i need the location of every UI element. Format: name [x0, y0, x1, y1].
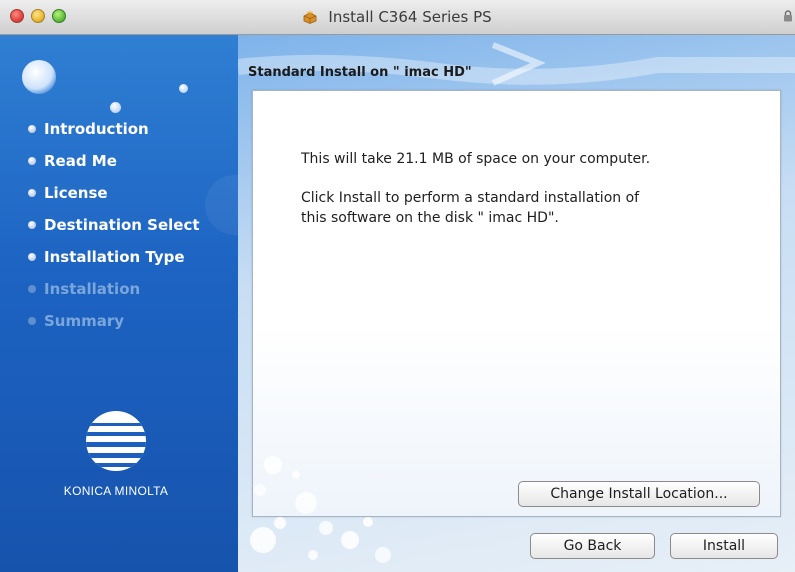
install-instructions-text: Click Install to perform a standard inst…	[301, 188, 639, 228]
step-bullet-icon	[28, 125, 36, 133]
step-bullet-icon	[28, 189, 36, 197]
konica-minolta-logo: KONICA MINOLTA	[62, 410, 170, 498]
step-label: Installation Type	[44, 248, 185, 266]
step-installation-type: Installation Type	[28, 247, 200, 279]
step-read-me: Read Me	[28, 151, 200, 183]
step-installation: Installation	[28, 279, 200, 311]
installer-steps-list: Introduction Read Me License Destination…	[28, 119, 200, 343]
decorative-bubble	[22, 60, 56, 94]
decorative-bubble	[179, 84, 188, 93]
installer-box-icon	[303, 11, 317, 24]
step-label: Read Me	[44, 152, 117, 170]
lock-icon[interactable]	[783, 10, 793, 22]
step-license: License	[28, 183, 200, 215]
step-introduction: Introduction	[28, 119, 200, 151]
install-instructions-line-1: Click Install to perform a standard inst…	[301, 190, 640, 206]
step-bullet-icon	[28, 157, 36, 165]
step-label: Installation	[44, 280, 141, 298]
install-button[interactable]: Install	[670, 533, 778, 559]
step-label: Introduction	[44, 120, 149, 138]
main-pane: Standard Install on " imac HD" This will…	[238, 35, 795, 572]
step-bullet-icon	[28, 317, 36, 325]
title-bar[interactable]: Install C364 Series PS	[0, 0, 795, 35]
step-label: Destination Select	[44, 216, 200, 234]
konica-minolta-globe-icon	[86, 411, 146, 471]
pane-header-banner	[238, 42, 795, 86]
decorative-bubble	[205, 175, 238, 235]
decorative-bubble	[110, 102, 121, 113]
step-summary: Summary	[28, 311, 200, 343]
pane-title: Standard Install on " imac HD"	[248, 65, 472, 80]
install-instructions-line-2: this software on the disk " imac HD".	[301, 210, 559, 226]
installer-window: Install C364 Series PS Introduction Read…	[0, 0, 795, 572]
space-required-text: This will take 21.1 MB of space on your …	[301, 151, 651, 167]
sidebar: Introduction Read Me License Destination…	[0, 35, 238, 572]
window-title-group: Install C364 Series PS	[0, 7, 795, 27]
step-destination-select: Destination Select	[28, 215, 200, 247]
window-title: Install C364 Series PS	[328, 8, 492, 26]
change-install-location-button[interactable]: Change Install Location...	[518, 481, 760, 507]
install-info-panel: This will take 21.1 MB of space on your …	[252, 90, 781, 517]
step-bullet-icon	[28, 221, 36, 229]
go-back-button[interactable]: Go Back	[530, 533, 655, 559]
step-label: Summary	[44, 312, 125, 330]
step-label: License	[44, 184, 108, 202]
logo-text: KONICA MINOLTA	[63, 484, 169, 498]
step-bullet-icon	[28, 253, 36, 261]
step-bullet-icon	[28, 285, 36, 293]
